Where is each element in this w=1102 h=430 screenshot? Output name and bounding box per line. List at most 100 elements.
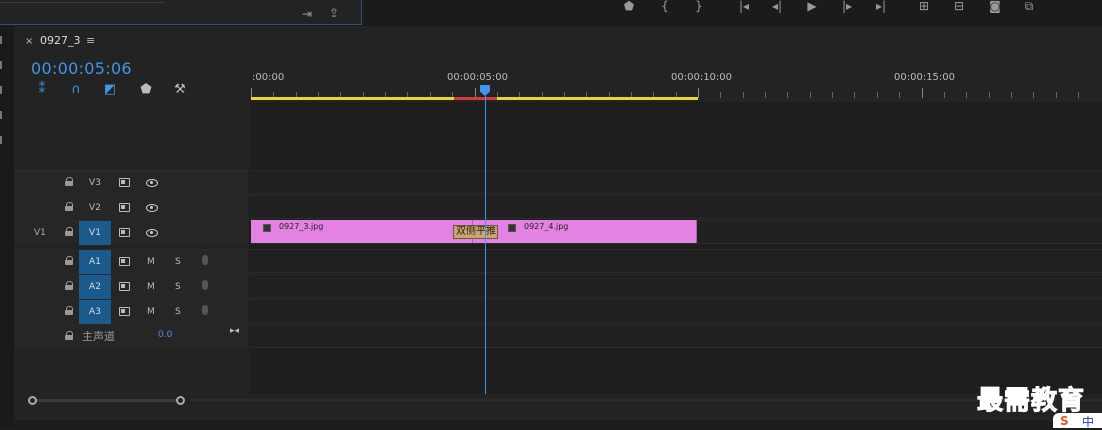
export-frame-icon[interactable]: ⇪ [325, 7, 343, 21]
track-target[interactable]: A3 [79, 300, 111, 324]
go-to-out-icon[interactable]: ▸| [872, 0, 890, 14]
playhead-line [485, 96, 486, 394]
panel-menu-icon[interactable]: ≡ [86, 34, 95, 47]
scroll-area [190, 399, 1102, 401]
ruler-tick [854, 92, 856, 98]
linked-selection-icon[interactable]: ◩ [102, 82, 118, 98]
track-target[interactable]: A2 [79, 275, 111, 299]
track-header [14, 325, 250, 348]
track-header: V3 [14, 171, 250, 194]
mute-button[interactable]: M [147, 250, 155, 274]
ruler-tick [876, 92, 878, 98]
mic-icon[interactable] [202, 305, 208, 315]
track-header: A3 M S [14, 300, 250, 324]
step-back-icon[interactable]: ◂| [768, 0, 786, 14]
lift-icon[interactable]: ⊞ [915, 0, 933, 14]
lock-icon[interactable] [65, 331, 73, 340]
sync-lock-icon[interactable] [119, 307, 130, 316]
mute-button[interactable]: M [147, 275, 155, 299]
track-a2: A2 M S [14, 274, 1102, 299]
track-area [250, 102, 1102, 394]
jump-to-edit-icon[interactable]: ▸◂ [230, 326, 239, 336]
track-lane[interactable] [250, 275, 1102, 298]
ruler-tick [787, 92, 789, 98]
eye-icon[interactable] [146, 204, 158, 212]
nest-icon[interactable]: ⁑ [34, 82, 50, 98]
transition[interactable]: 双侧平推 [453, 225, 498, 239]
track-lane[interactable] [250, 250, 1102, 273]
edge-marker [0, 36, 2, 44]
zoom-handle-right[interactable] [176, 396, 185, 405]
extract-icon[interactable]: ⊟ [950, 0, 968, 14]
lock-icon[interactable] [65, 256, 73, 265]
snap-magnet-icon[interactable]: ∩ [68, 82, 84, 98]
solo-button[interactable]: S [175, 275, 181, 299]
ruler-tick [765, 92, 767, 98]
play-icon[interactable]: ▶ [803, 0, 821, 14]
render-bar-unrendered [497, 97, 698, 100]
master-volume-value[interactable]: 0.0 [158, 330, 172, 340]
mark-in-icon[interactable]: { [656, 0, 674, 14]
watermark-logo: 最需教育 [976, 386, 1086, 417]
clip-name: 0927_3.jpg [279, 222, 324, 231]
track-lane [250, 325, 1102, 348]
track-target[interactable]: V2 [79, 196, 111, 220]
ruler-tick [988, 92, 990, 98]
camera-icon[interactable]: ◙ [986, 0, 1004, 14]
track-header: A1 M S [14, 250, 250, 274]
track-target[interactable]: V1 [79, 221, 111, 245]
left-panel-edge [0, 26, 14, 428]
track-header: A2 M S [14, 275, 250, 299]
track-lane[interactable] [250, 300, 1102, 323]
ruler-tick [809, 92, 811, 98]
edge-marker [0, 86, 2, 94]
solo-button[interactable]: S [175, 250, 181, 274]
go-to-in-icon[interactable]: |◂ [735, 0, 753, 14]
track-target[interactable]: V3 [79, 171, 111, 195]
master-track-label: 主声道 [82, 330, 115, 343]
mic-icon[interactable] [202, 255, 208, 265]
eye-icon[interactable] [146, 179, 158, 187]
wrench-icon[interactable]: ⚒ [172, 82, 188, 98]
track-lane[interactable] [250, 171, 1102, 194]
add-marker-icon[interactable]: ⬟ [138, 82, 154, 98]
step-forward-icon[interactable]: |▸ [838, 0, 856, 14]
edge-marker [0, 136, 2, 144]
mic-icon[interactable] [202, 280, 208, 290]
eye-icon[interactable] [146, 229, 158, 237]
ruler-label: 00:00:10:00 [671, 72, 733, 83]
clip[interactable]: 0927_4.jpg [473, 220, 697, 243]
playhead-timecode[interactable]: 00:00:05:06 [31, 59, 132, 78]
lock-icon[interactable] [65, 281, 73, 290]
zoom-scrollbar[interactable] [32, 399, 182, 402]
track-header: V2 [14, 196, 250, 219]
solo-button[interactable]: S [175, 300, 181, 324]
lock-icon[interactable] [65, 177, 73, 186]
sync-lock-icon[interactable] [119, 282, 130, 291]
sync-lock-icon[interactable] [119, 228, 130, 237]
track-lane[interactable] [250, 196, 1102, 219]
add-marker-icon[interactable]: ⬟ [620, 0, 638, 14]
lock-icon[interactable] [65, 227, 73, 236]
insert-icon[interactable]: ⇥ [298, 8, 316, 22]
mute-button[interactable]: M [147, 300, 155, 324]
lock-icon[interactable] [65, 306, 73, 315]
fx-badge-icon [508, 224, 516, 232]
zoom-handle-left[interactable] [28, 396, 37, 405]
clip[interactable]: 0927_3.jpg [251, 220, 473, 243]
source-patch[interactable]: V1 [34, 221, 46, 245]
sync-lock-icon[interactable] [119, 203, 130, 212]
track-v3: V3 [14, 170, 1102, 194]
ruler-tick [966, 92, 968, 98]
sync-lock-icon[interactable] [119, 178, 130, 187]
ruler-tick [832, 92, 834, 98]
track-header: V1 V1 [14, 221, 250, 245]
tab-close-button[interactable]: × [25, 36, 33, 47]
sync-lock-icon[interactable] [119, 257, 130, 266]
mark-out-icon[interactable]: } [690, 0, 708, 14]
lock-icon[interactable] [65, 202, 73, 211]
sequence-tab[interactable]: 0927_3 [40, 34, 81, 47]
button-editor-icon[interactable]: ⧉ [1020, 0, 1038, 14]
track-master [14, 324, 1102, 348]
track-target[interactable]: A1 [79, 250, 111, 274]
